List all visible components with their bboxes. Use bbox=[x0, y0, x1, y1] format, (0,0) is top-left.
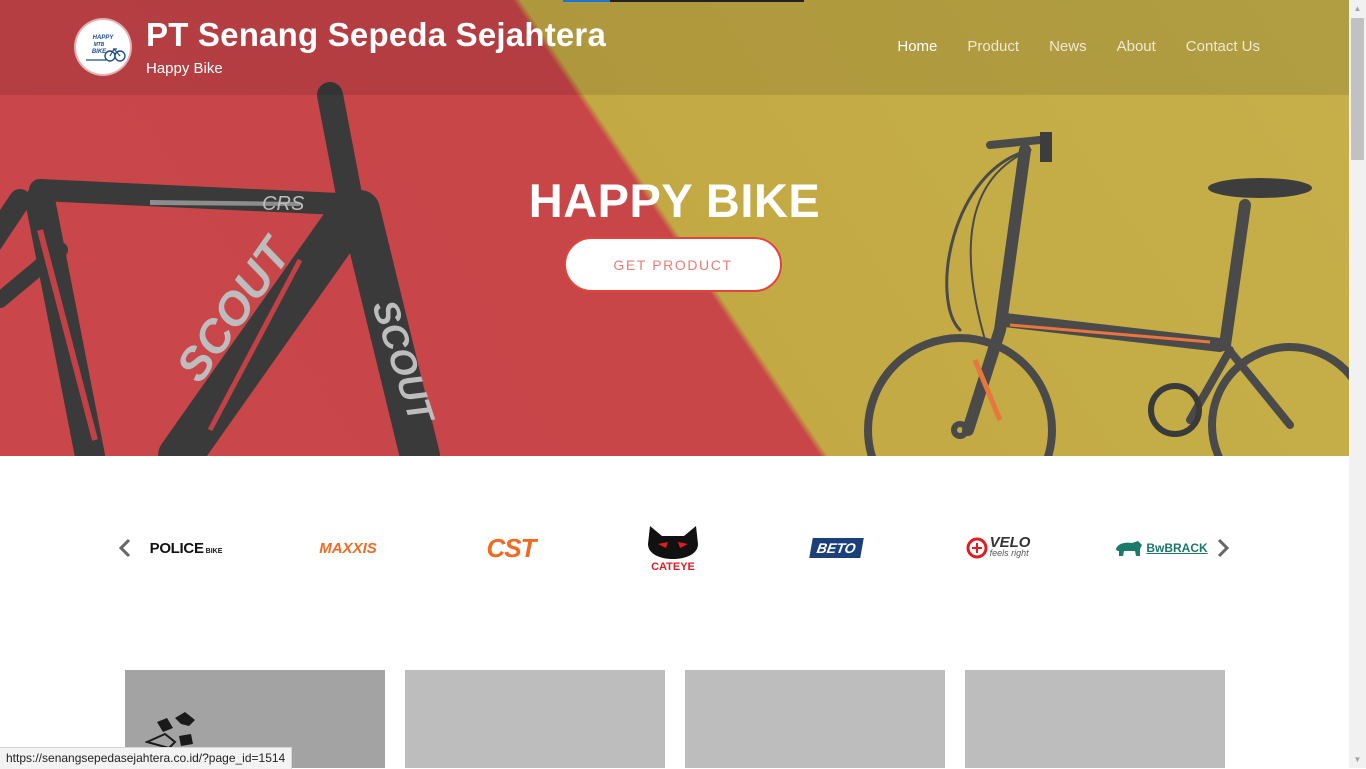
main-navigation: Home Product News About Contact Us bbox=[897, 38, 1260, 55]
svg-text:SCOUT: SCOUT bbox=[364, 295, 443, 430]
brand-logo-cst[interactable]: CST bbox=[456, 520, 566, 576]
site-logo[interactable]: HAPPY MTB BIKE bbox=[76, 20, 130, 74]
brand-logo-maxxis[interactable]: MAXXIS bbox=[293, 520, 403, 576]
brand-logo-cateye[interactable]: CATEYE bbox=[618, 520, 728, 576]
svg-text:MTB: MTB bbox=[94, 42, 105, 48]
brand-logo-police[interactable]: POLICE BIKE bbox=[131, 520, 241, 576]
bike-logo-icon: HAPPY MTB BIKE bbox=[86, 35, 126, 62]
nav-home[interactable]: Home bbox=[897, 38, 937, 55]
site-title[interactable]: PT Senang Sepeda Sejahtera bbox=[146, 16, 606, 54]
cat-face-icon bbox=[648, 525, 698, 559]
nav-contact-us[interactable]: Contact Us bbox=[1186, 38, 1260, 55]
brand-logo-beto[interactable]: BETO bbox=[781, 520, 891, 576]
velo-mark-icon bbox=[966, 537, 988, 559]
link-status-bar: https://senangsepedasejahtera.co.id/?pag… bbox=[0, 747, 293, 769]
page: SCOUT SCOUT CRS HAPPY MTB BIKE PT Senang… bbox=[0, 0, 1349, 768]
carousel-next-arrow-icon[interactable] bbox=[1213, 534, 1233, 562]
progress-fill bbox=[563, 0, 610, 2]
brand-logo-velo[interactable]: VELO feels right bbox=[943, 520, 1053, 576]
product-card[interactable] bbox=[405, 670, 665, 768]
loading-progress-bar bbox=[563, 0, 804, 2]
vertical-scrollbar[interactable]: ▲ ▼ bbox=[1349, 0, 1366, 768]
hero-banner: SCOUT SCOUT CRS HAPPY MTB BIKE PT Senang… bbox=[0, 0, 1349, 456]
get-product-button[interactable]: GET PRODUCT bbox=[564, 237, 782, 292]
scrollbar-thumb[interactable] bbox=[1351, 18, 1364, 160]
product-card[interactable] bbox=[685, 670, 945, 768]
hero-title: HAPPY BIKE bbox=[528, 174, 821, 227]
nav-about[interactable]: About bbox=[1117, 38, 1156, 55]
scroll-down-arrow-icon[interactable]: ▼ bbox=[1349, 751, 1366, 768]
bear-icon bbox=[1116, 541, 1143, 556]
site-tagline: Happy Bike bbox=[146, 60, 223, 77]
product-card[interactable] bbox=[965, 670, 1225, 768]
nav-news[interactable]: News bbox=[1049, 38, 1087, 55]
svg-text:HAPPY: HAPPY bbox=[93, 35, 115, 41]
nav-product[interactable]: Product bbox=[967, 38, 1019, 55]
brand-carousel: POLICE BIKE MAXXIS CST CATEYE BETO VELO … bbox=[105, 520, 1245, 576]
brand-logo-bwbrack[interactable]: BwBRACK bbox=[1106, 520, 1216, 576]
scroll-up-arrow-icon[interactable]: ▲ bbox=[1349, 0, 1366, 17]
